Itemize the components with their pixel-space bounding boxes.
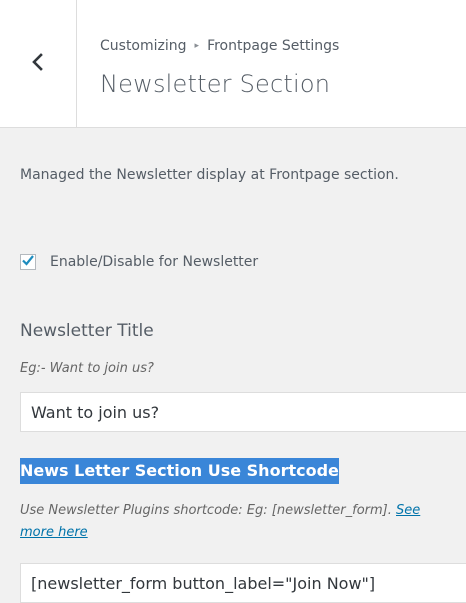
shortcode-hint: Use Newsletter Plugins shortcode: Eg: [n… [20,500,450,544]
page-title: Newsletter Section [100,70,331,98]
newsletter-title-input[interactable]: Want to join us? [20,392,466,432]
enable-newsletter-label: Enable/Disable for Newsletter [50,254,259,270]
back-button[interactable] [0,0,77,127]
enable-newsletter-checkbox[interactable] [20,254,36,270]
section-description: Managed the Newsletter display at Frontp… [20,167,399,183]
customizer-header: Customizing ▸ Frontpage Settings Newslet… [0,0,466,128]
breadcrumb-parent: Customizing [100,38,187,54]
breadcrumb-current: Frontpage Settings [207,38,340,54]
shortcode-input[interactable]: [newsletter_form button_label="Join Now"… [20,563,466,603]
newsletter-title-hint: Eg:- Want to join us? [20,361,154,376]
chevron-left-icon [27,51,49,77]
breadcrumb-separator: ▸ [194,41,200,51]
enable-newsletter-toggle[interactable]: Enable/Disable for Newsletter [20,254,258,270]
checkmark-icon [21,253,35,271]
shortcode-label: News Letter Section Use Shortcode [20,458,339,484]
shortcode-hint-text: Use Newsletter Plugins shortcode: Eg: [n… [20,503,397,518]
breadcrumb: Customizing ▸ Frontpage Settings [100,38,339,54]
newsletter-title-label: Newsletter Title [20,321,154,341]
